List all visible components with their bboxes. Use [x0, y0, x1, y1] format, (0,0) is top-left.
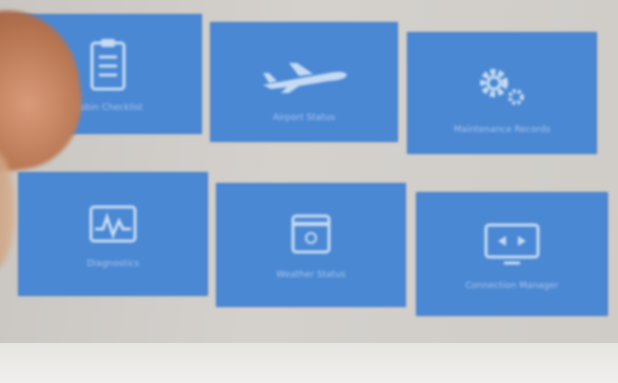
tile-weather-status[interactable]: Weather Status — [216, 183, 406, 307]
tile-connection-manager[interactable]: Connection Manager — [416, 192, 608, 316]
tablet-screen: Cabin Checklist Airport Status Maintenan… — [0, 0, 618, 383]
tile-label: Weather Status — [276, 270, 346, 280]
tile-label: Maintenance Records — [453, 125, 551, 135]
calendar-window-icon — [291, 214, 331, 254]
tile-diagnostics[interactable]: Diagnostics — [18, 172, 208, 296]
tile-label: Airport Status — [272, 113, 336, 123]
device-bezel — [0, 343, 618, 383]
clipboard-icon — [90, 39, 126, 91]
airplane-icon — [263, 63, 347, 93]
display-arrows-icon — [484, 223, 540, 265]
tile-label: Connection Manager — [465, 281, 559, 291]
pulse-monitor-icon — [89, 205, 137, 243]
gears-icon — [480, 69, 524, 105]
tile-airport-status[interactable]: Airport Status — [210, 22, 398, 142]
tile-maintenance-records[interactable]: Maintenance Records — [407, 32, 597, 154]
tile-label: Diagnostics — [86, 259, 140, 269]
